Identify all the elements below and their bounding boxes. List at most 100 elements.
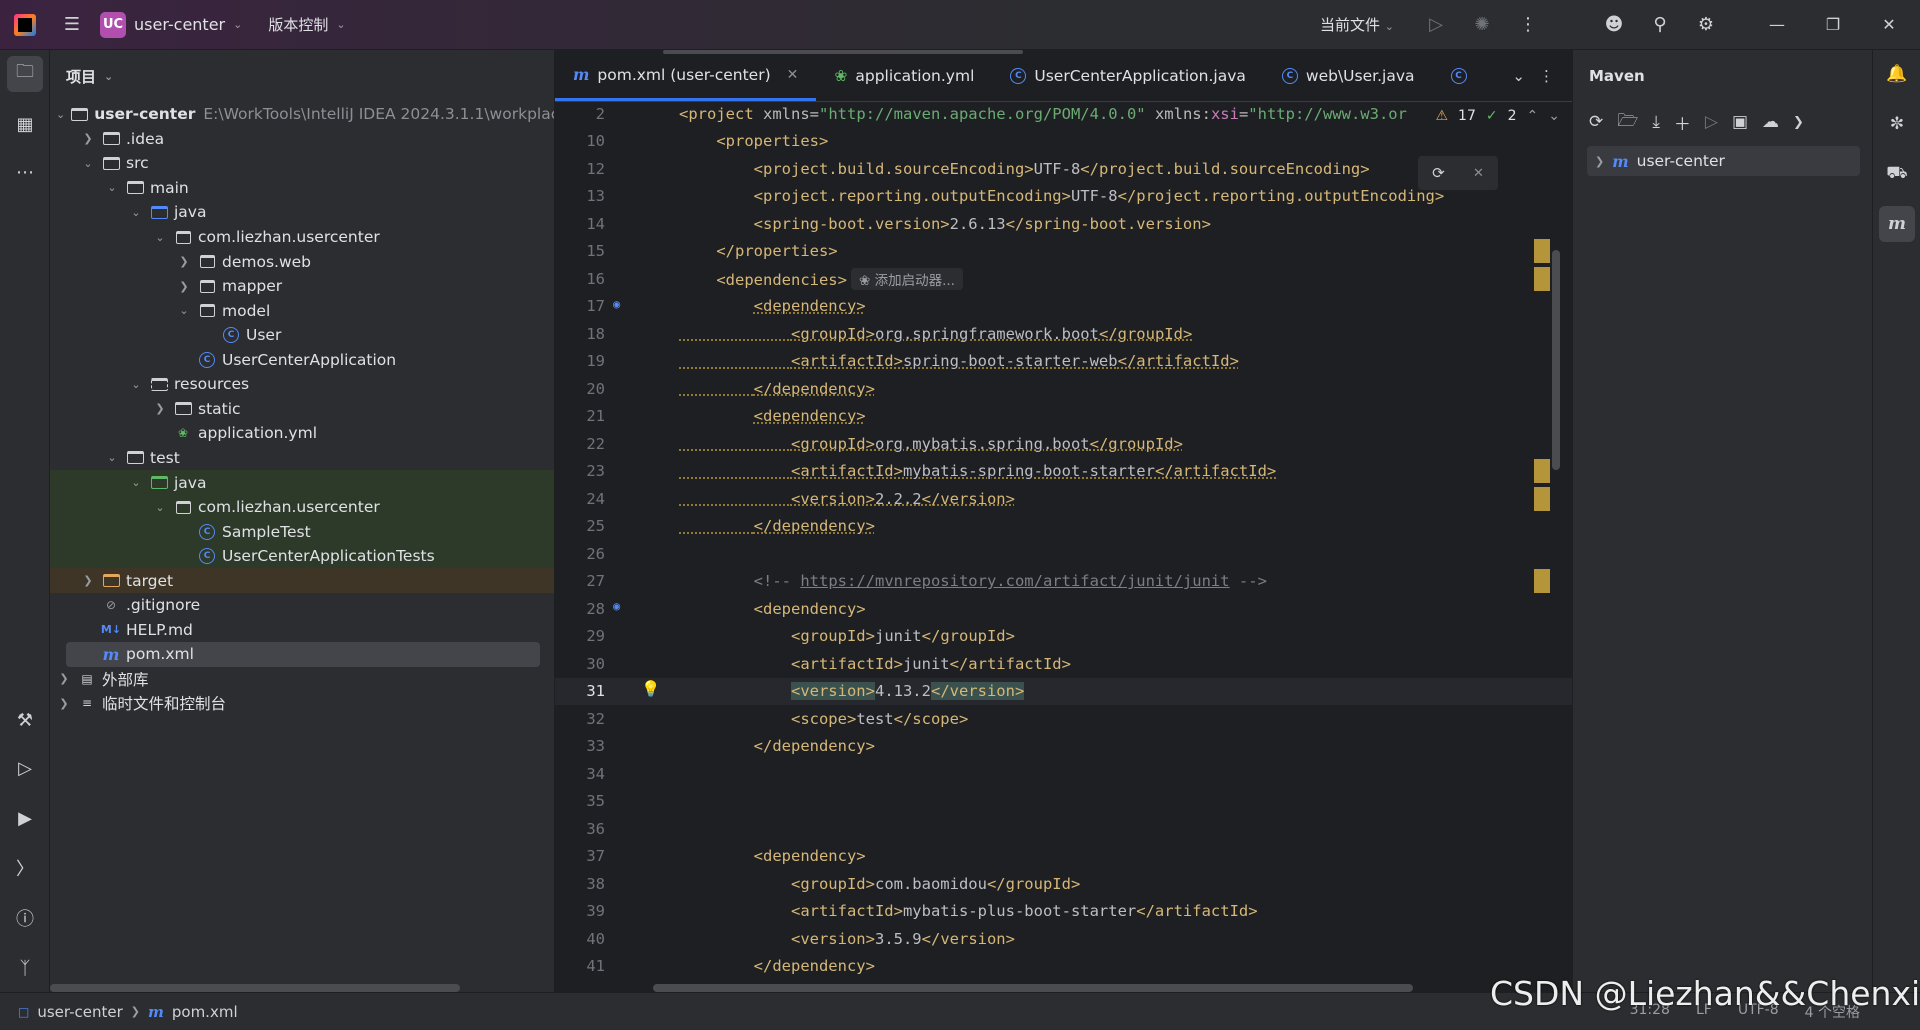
chevron-down-icon[interactable]: ⌄: [128, 206, 144, 219]
search-icon[interactable]: ⚲: [1642, 7, 1678, 43]
gutter[interactable]: [605, 705, 653, 733]
code-text[interactable]: <dependency>: [679, 297, 866, 315]
code-line[interactable]: 10 <properties>: [555, 128, 1572, 156]
tree-item-static[interactable]: ❯ static: [50, 397, 554, 422]
gutter[interactable]: [605, 870, 653, 898]
lightbulb-icon[interactable]: 💡: [641, 680, 660, 698]
code-text[interactable]: <groupId>org.mybatis.spring.boot</groupI…: [679, 435, 1183, 453]
chevron-down-icon[interactable]: ⌄: [104, 181, 120, 194]
code-text[interactable]: <dependencies> ❀ 添加启动器...: [679, 267, 963, 290]
code-text[interactable]: <artifactId>spring-boot-starter-web</art…: [679, 352, 1239, 370]
dependency-gutter-icon[interactable]: ◉: [613, 297, 631, 315]
tree-item-gitignore[interactable]: ⊘ .gitignore: [50, 593, 554, 618]
ai-assistant-icon[interactable]: ✼: [1879, 106, 1915, 142]
run-icon[interactable]: ▷: [1705, 112, 1718, 132]
code-line[interactable]: 22 <groupId>org.mybatis.spring.boot</gro…: [555, 430, 1572, 458]
project-panel-header[interactable]: 项目 ⌄: [50, 50, 554, 102]
download-icon[interactable]: ⤓: [1652, 112, 1660, 132]
execute-goal-icon[interactable]: ▣: [1732, 112, 1748, 132]
chevron-down-icon[interactable]: ⌄: [152, 501, 168, 514]
code-line[interactable]: 28 ◉ <dependency>: [555, 595, 1572, 623]
warning-stripe-marker[interactable]: [1534, 486, 1550, 511]
code-line[interactable]: 29 <groupId>junit</groupId>: [555, 623, 1572, 651]
warning-stripe-marker[interactable]: [1534, 569, 1550, 594]
code-line[interactable]: 32 <scope>test</scope>: [555, 705, 1572, 733]
code-text[interactable]: <project xmlns="http://maven.apache.org/…: [679, 105, 1407, 123]
gutter[interactable]: [605, 733, 653, 761]
debug-icon[interactable]: ✺: [1464, 7, 1500, 43]
reload-icon[interactable]: ⟳: [1589, 112, 1603, 132]
add-folder-icon[interactable]: 🗁: [1617, 108, 1638, 137]
tree-item-com-liezhan-usercenter[interactable]: ⌄ com.liezhan.usercenter: [50, 225, 554, 250]
code-text[interactable]: <scope>test</scope>: [679, 710, 968, 728]
chevron-down-icon[interactable]: ⌄: [128, 378, 144, 391]
gutter[interactable]: [605, 403, 653, 431]
chevron-right-icon[interactable]: ❯: [80, 132, 96, 145]
code-text[interactable]: <project.reporting.outputEncoding>UTF-8<…: [679, 187, 1445, 205]
code-line[interactable]: 39 <artifactId>mybatis-plus-boot-starter…: [555, 898, 1572, 926]
code-line[interactable]: 20 </dependency>: [555, 375, 1572, 403]
code-line[interactable]: 2 <project xmlns="http://maven.apache.org…: [555, 102, 1572, 128]
tree-item-java[interactable]: ⌄ java: [50, 200, 554, 225]
maven-project-node[interactable]: ❯ m user-center: [1587, 146, 1860, 176]
code-text[interactable]: <artifactId>mybatis-spring-boot-starter<…: [679, 462, 1276, 480]
tree-item-application-yml[interactable]: ❀ application.yml: [50, 421, 554, 446]
code-text[interactable]: </dependency>: [679, 517, 875, 535]
code-line[interactable]: 16 <dependencies> ❀ 添加启动器...: [555, 265, 1572, 293]
code-text[interactable]: <properties>: [679, 132, 828, 150]
vcs-menu[interactable]: 版本控制 ⌄: [268, 14, 345, 35]
code-text[interactable]: <version>3.5.9</version>: [679, 930, 1015, 948]
gutter[interactable]: ◉: [605, 595, 653, 623]
code-text[interactable]: <groupId>com.baomidou</groupId>: [679, 875, 1080, 893]
code-text[interactable]: </properties>: [679, 242, 837, 260]
tab-web-user-java[interactable]: Cweb\User.java: [1264, 51, 1433, 101]
gutter[interactable]: [605, 375, 653, 403]
chevron-down-icon[interactable]: ⌄: [128, 476, 144, 489]
gutter[interactable]: [605, 540, 653, 568]
minimize-icon[interactable]: —: [1754, 15, 1800, 34]
gutter[interactable]: [605, 953, 653, 981]
gutter[interactable]: [605, 102, 653, 128]
code-line[interactable]: 26: [555, 540, 1572, 568]
reload-maven-icon[interactable]: ⟳: [1432, 164, 1445, 182]
tree-item-test[interactable]: ⌄ test: [50, 446, 554, 471]
chevron-down-icon[interactable]: ⌄: [56, 108, 65, 121]
tree-item-mapper[interactable]: ❯ mapper: [50, 274, 554, 299]
add-user-icon[interactable]: ☻: [1596, 7, 1632, 43]
breadcrumb-file[interactable]: pom.xml: [172, 1003, 238, 1021]
gutter[interactable]: [605, 210, 653, 238]
vertical-scrollbar[interactable]: [1552, 250, 1560, 470]
gutter[interactable]: [605, 760, 653, 788]
code-line[interactable]: 37 <dependency>: [555, 843, 1572, 871]
chevron-down-icon[interactable]: ⌄: [1512, 67, 1525, 85]
code-text[interactable]: <dependency>: [679, 600, 866, 618]
chevron-right-icon[interactable]: ❯: [56, 672, 72, 685]
warning-stripe-marker[interactable]: [1534, 459, 1550, 484]
arrow-down-icon[interactable]: ⌄: [1548, 108, 1560, 124]
tree-item-usercenterapplicationtests[interactable]: C UserCenterApplicationTests: [50, 543, 554, 569]
gutter[interactable]: [605, 265, 653, 293]
gutter[interactable]: [605, 513, 653, 541]
close-icon[interactable]: ✕: [1473, 166, 1484, 181]
tree-item-外部库[interactable]: ❯ ▤ 外部库: [50, 667, 554, 692]
services-icon[interactable]: ▶: [7, 800, 43, 836]
problems-icon[interactable]: ⓘ: [7, 900, 43, 936]
gutter[interactable]: ◉: [605, 293, 653, 321]
code-line[interactable]: 33 </dependency>: [555, 733, 1572, 761]
code-line[interactable]: 17 ◉ <dependency>: [555, 293, 1572, 321]
code-line[interactable]: 38 <groupId>com.baomidou</groupId>: [555, 870, 1572, 898]
chevron-down-icon[interactable]: ⌄: [176, 304, 192, 317]
code-line[interactable]: 24 <version>2.2.2</version>: [555, 485, 1572, 513]
tree-item-java[interactable]: ⌄ java: [50, 470, 554, 495]
tree-item-user-center[interactable]: ⌄ user-center E:\WorkTools\IntelliJ IDEA 2…: [50, 102, 554, 127]
code-text[interactable]: <dependency>: [679, 847, 866, 865]
code-text[interactable]: <version>4.13.2</version>: [679, 682, 1025, 701]
chevron-right-icon[interactable]: ❯: [152, 402, 168, 415]
tree-item-src[interactable]: ⌄ src: [50, 151, 554, 176]
code-text[interactable]: <project.build.sourceEncoding>UTF-8</pro…: [679, 160, 1370, 178]
restore-icon[interactable]: ❐: [1810, 15, 1856, 34]
code-text[interactable]: <version>2.2.2</version>: [679, 490, 1015, 508]
maven-tool-icon[interactable]: m: [1879, 206, 1915, 242]
code-line[interactable]: 30 <artifactId>junit</artifactId>: [555, 650, 1572, 678]
tab-usercenterapplication-java[interactable]: C UserCenterApplication.java: [992, 51, 1264, 101]
